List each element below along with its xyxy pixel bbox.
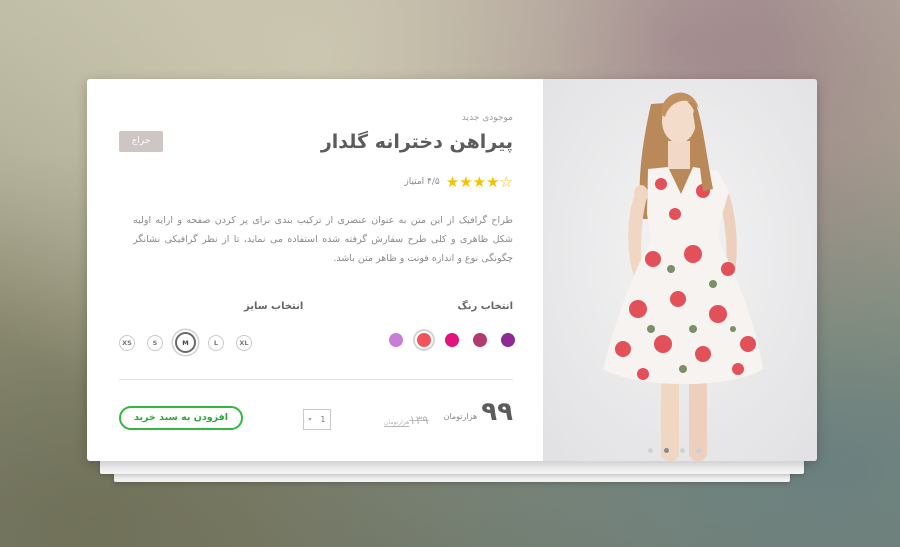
color-swatch[interactable]: [389, 333, 403, 347]
color-picker-label: انتخاب رنگ: [457, 301, 513, 312]
quantity-select[interactable]: ▾ 1: [303, 409, 331, 430]
old-price-value: ۱۳۹: [409, 413, 429, 427]
add-to-cart-button[interactable]: افزودن به سبد خرید: [119, 406, 243, 430]
current-price: ۹۹ هزارتومان: [444, 399, 513, 425]
price-unit: هزارتومان: [443, 412, 478, 421]
size-option-xl[interactable]: XL: [236, 334, 252, 351]
model-photo: [543, 79, 817, 461]
old-price-unit: هزارتومان: [384, 419, 410, 426]
carousel-dots: [648, 448, 701, 453]
color-swatches: [389, 333, 515, 347]
carousel-dot[interactable]: [696, 448, 701, 453]
star-rating-icon: ★★★★☆: [445, 173, 513, 191]
product-info: موجودی جدید پیراهن دخترانه گلدار حراج ★★…: [87, 79, 543, 461]
sale-badge: حراج: [119, 131, 163, 152]
size-option-m[interactable]: M: [175, 332, 196, 353]
size-picker-label: انتخاب سایز: [244, 301, 304, 312]
size-option-s[interactable]: S: [147, 334, 163, 351]
color-swatch[interactable]: [417, 333, 431, 347]
price-value: ۹۹: [481, 397, 513, 427]
carousel-dot[interactable]: [680, 448, 685, 453]
product-title: پیراهن دخترانه گلدار: [320, 131, 513, 153]
carousel-dot[interactable]: [664, 448, 669, 453]
old-price: ۱۳۹هزارتومان: [384, 413, 429, 427]
color-swatch[interactable]: [445, 333, 459, 347]
quantity-value: 1: [320, 415, 326, 424]
color-swatch[interactable]: [473, 333, 487, 347]
chevron-down-icon: ▾: [308, 416, 312, 423]
divider: [119, 379, 513, 380]
size-option-xs[interactable]: XS: [119, 334, 135, 351]
product-card: موجودی جدید پیراهن دخترانه گلدار حراج ★★…: [87, 79, 817, 461]
size-option-l[interactable]: L: [208, 334, 224, 351]
new-arrival-label: موجودی جدید: [461, 113, 513, 123]
product-description: طراح گرافیک از این متن به عنوان عنصری از…: [133, 215, 513, 264]
rating-score: ۴/۵ امتیاز: [404, 177, 440, 187]
color-swatch[interactable]: [501, 333, 515, 347]
carousel-dot[interactable]: [648, 448, 653, 453]
size-options: XS S M L XL: [119, 332, 252, 353]
rating: ★★★★☆ ۴/۵ امتیاز: [404, 173, 513, 191]
product-image[interactable]: [543, 79, 817, 461]
